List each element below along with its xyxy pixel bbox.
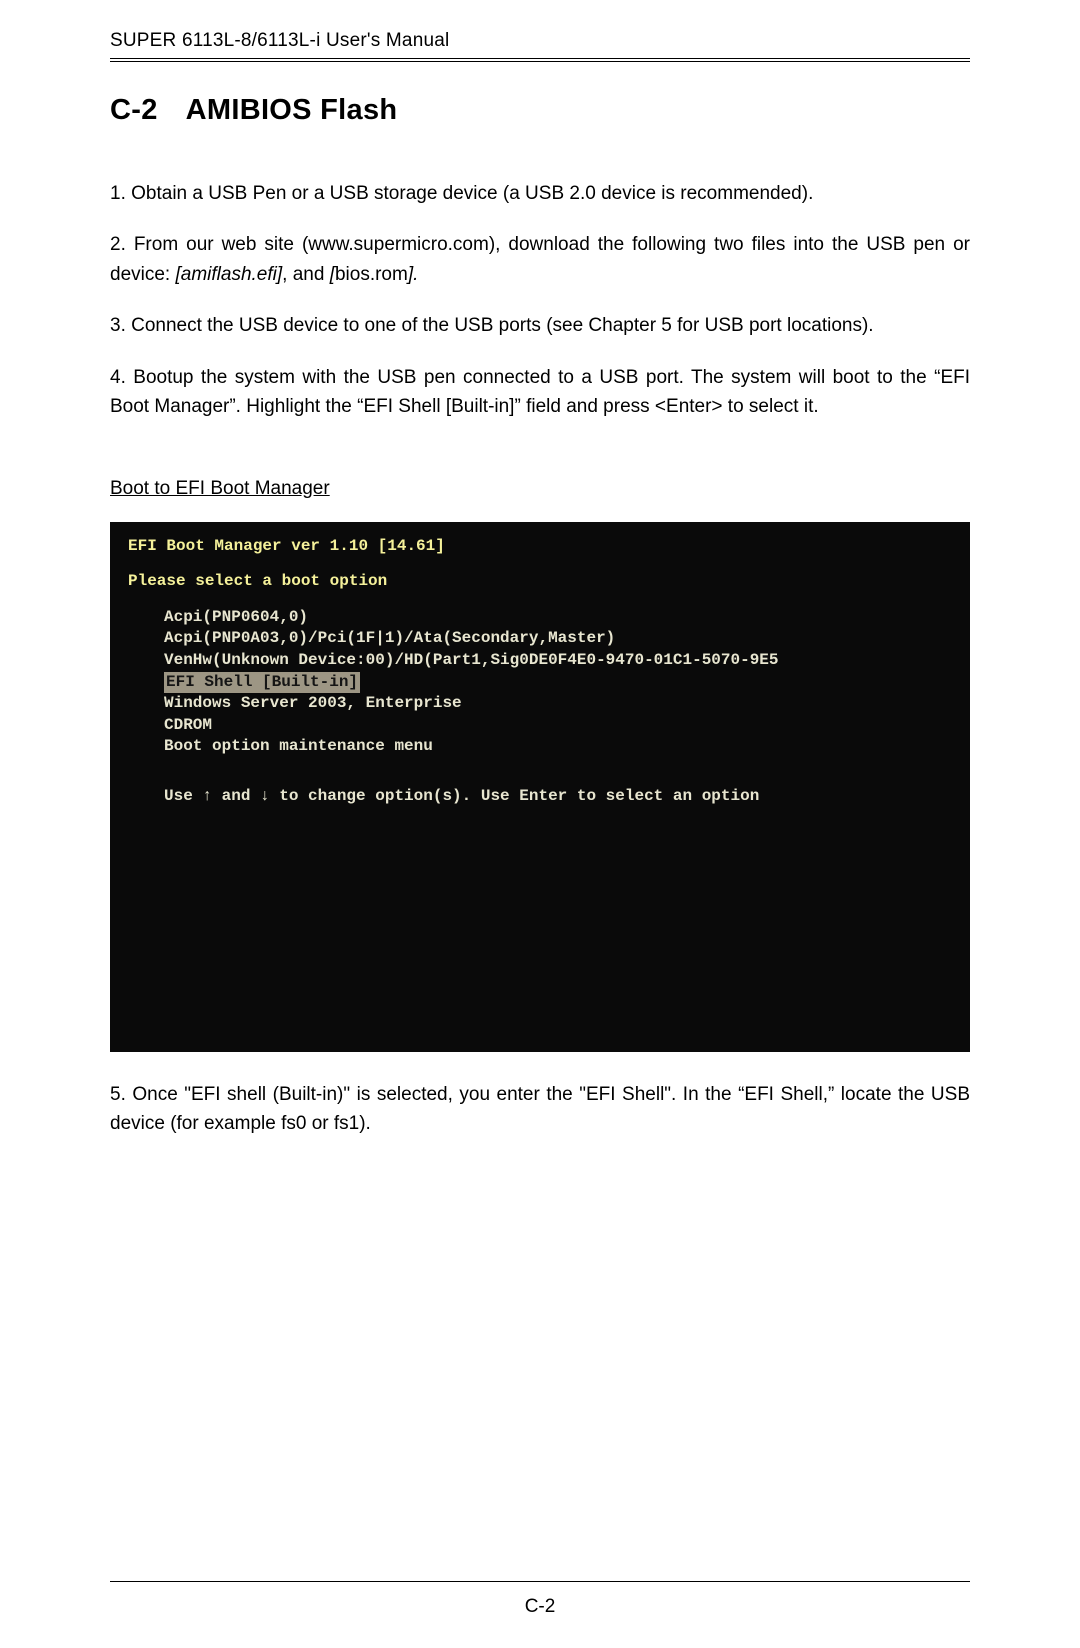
step-3: 3. Connect the USB device to one of the … xyxy=(110,311,970,340)
step-2: 2. From our web site (www.supermicro.com… xyxy=(110,230,970,289)
boot-option-list: Acpi(PNP0604,0) Acpi(PNP0A03,0)/Pci(1F|1… xyxy=(128,607,952,758)
boot-option-highlight: EFI Shell [Built-in] xyxy=(164,672,360,694)
manual-page: SUPER 6113L-8/6113L-i User's Manual C-2 A… xyxy=(0,0,1080,1648)
section-number: C-2 xyxy=(110,94,158,127)
running-header: SUPER 6113L-8/6113L-i User's Manual xyxy=(110,30,970,62)
step-2-mid: , and xyxy=(282,264,330,285)
step-4: 4. Bootup the system with the USB pen co… xyxy=(110,363,970,422)
efi-boot-manager-screenshot: EFI Boot Manager ver 1.10 [14.61] Please… xyxy=(110,522,970,1052)
section-title-text: AMIBIOS Flash xyxy=(186,94,398,126)
step-2-file2-close: ]. xyxy=(408,264,419,285)
terminal-title: EFI Boot Manager ver 1.10 [14.61] xyxy=(128,536,952,558)
step-5: 5. Once "EFI shell (Built-in)" is select… xyxy=(110,1080,970,1139)
terminal-prompt: Please select a boot option xyxy=(128,571,952,593)
boot-option: Windows Server 2003, Enterprise xyxy=(164,693,952,715)
page-footer: C-2 xyxy=(110,1581,970,1618)
boot-option: Acpi(PNP0604,0) xyxy=(164,607,952,629)
section-heading: C-2 AMIBIOS Flash xyxy=(110,94,970,127)
terminal-instruction: Use ↑ and ↓ to change option(s). Use Ent… xyxy=(128,786,952,808)
step-1: 1. Obtain a USB Pen or a USB storage dev… xyxy=(110,179,970,208)
boot-option: VenHw(Unknown Device:00)/HD(Part1,Sig0DE… xyxy=(164,650,952,672)
step-2-file2-name: bios.rom xyxy=(335,264,408,285)
boot-option-selected: EFI Shell [Built-in] xyxy=(164,672,952,694)
figure-caption: Boot to EFI Boot Manager xyxy=(110,478,970,500)
boot-option: CDROM xyxy=(164,715,952,737)
step-2-file1: [amiflash.efi] xyxy=(175,264,282,285)
boot-option: Boot option maintenance menu xyxy=(164,736,952,758)
boot-option: Acpi(PNP0A03,0)/Pci(1F|1)/Ata(Secondary,… xyxy=(164,628,952,650)
